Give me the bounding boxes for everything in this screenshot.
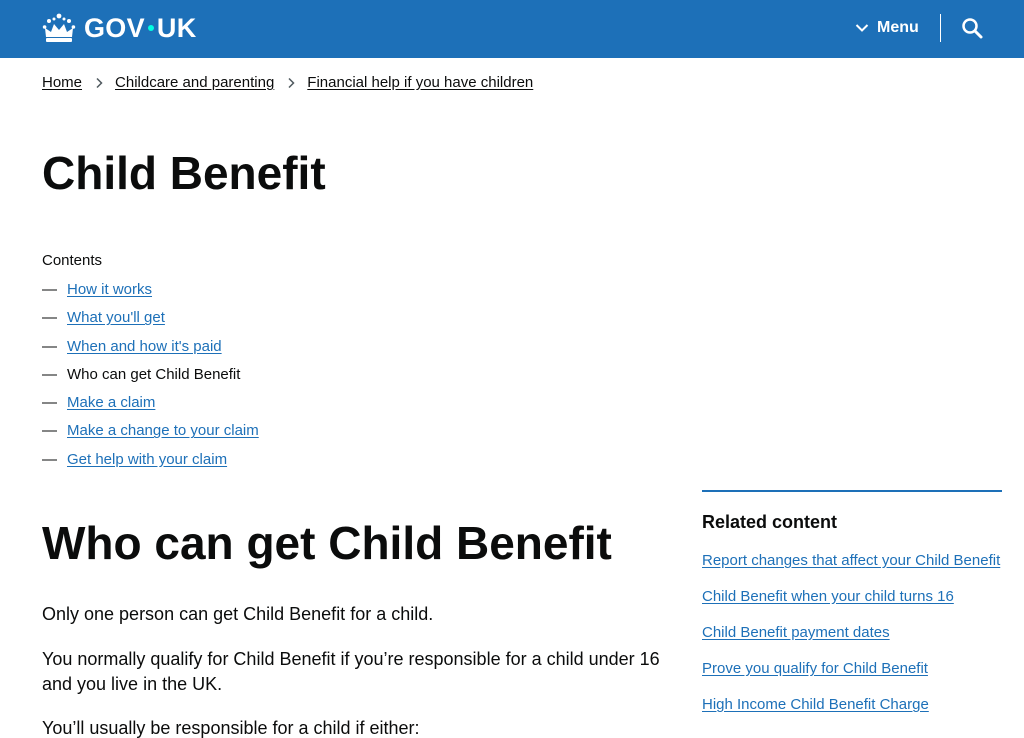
chevron-right-icon [288, 77, 295, 88]
related-item: High Income Child Benefit Charge [702, 695, 1002, 715]
section-paragraph: You’ll usually be responsible for a chil… [42, 718, 420, 738]
contents-item: — When and how it's paid [42, 338, 259, 366]
contents-dash: — [42, 365, 57, 383]
search-button[interactable] [960, 16, 984, 40]
site-header: GOV UK Menu [0, 0, 1024, 58]
breadcrumb-childcare[interactable]: Childcare and parenting [115, 74, 274, 91]
contents-link-what-youll-get[interactable]: What you'll get [67, 309, 165, 326]
contents-link-make-a-claim[interactable]: Make a claim [67, 394, 155, 411]
logo-text-uk: UK [156, 12, 197, 43]
related-item: Child Benefit payment dates [702, 623, 1002, 643]
related-link-high-income-charge[interactable]: High Income Child Benefit Charge [702, 696, 929, 713]
page-title: Child Benefit [42, 147, 326, 199]
contents-dash: — [42, 281, 57, 298]
related-link-report-changes[interactable]: Report changes that affect your Child Be… [702, 552, 1000, 569]
related-content: Related content Report changes that affe… [702, 490, 1002, 731]
related-item: Child Benefit when your child turns 16 [702, 587, 1002, 607]
related-item: Report changes that affect your Child Be… [702, 551, 1002, 571]
contents-dash: — [42, 422, 57, 440]
logo-dot [147, 25, 154, 31]
contents-link-make-a-change[interactable]: Make a change to your claim [67, 422, 259, 439]
breadcrumb: Home Childcare and parenting Financial h… [42, 74, 533, 91]
menu-label: Menu [877, 19, 919, 36]
section-paragraph: Only one person can get Child Benefit fo… [42, 604, 434, 624]
related-link-payment-dates[interactable]: Child Benefit payment dates [702, 624, 890, 641]
related-link-turns-16[interactable]: Child Benefit when your child turns 16 [702, 588, 954, 605]
contents-item: — How it works [42, 281, 259, 309]
contents-link-when-and-how-paid[interactable]: When and how it's paid [67, 338, 222, 355]
related-content-title: Related content [702, 512, 838, 532]
breadcrumb-financial-help[interactable]: Financial help if you have children [307, 74, 533, 91]
contents-item: — Get help with your claim [42, 451, 259, 479]
section-paragraph: You normally qualify for Child Benefit i… [42, 649, 660, 694]
crown-icon [42, 13, 76, 42]
contents-list: — How it works — What you'll get — When … [42, 281, 259, 479]
chevron-right-icon [96, 77, 103, 88]
govuk-logo-link[interactable]: GOV UK [42, 10, 197, 46]
related-link-prove-qualify[interactable]: Prove you qualify for Child Benefit [702, 660, 928, 677]
contents-dash: — [42, 394, 57, 412]
contents-item: — Make a change to your claim [42, 422, 259, 450]
breadcrumb-home[interactable]: Home [42, 74, 82, 91]
contents-item: — Make a claim [42, 394, 259, 422]
section-title: Who can get Child Benefit [42, 517, 612, 569]
contents-current-who-can-get: Who can get Child Benefit [67, 365, 241, 383]
contents-item: — Who can get Child Benefit [42, 366, 259, 394]
logo-text-gov: GOV [84, 12, 145, 43]
chevron-down-icon [855, 24, 869, 32]
menu-button[interactable]: Menu [855, 16, 919, 40]
contents-dash: — [42, 309, 57, 327]
contents-item: — What you'll get [42, 309, 259, 337]
related-links-list: Report changes that affect your Child Be… [702, 551, 1002, 715]
header-divider [940, 14, 941, 42]
related-item: Prove you qualify for Child Benefit [702, 659, 1002, 679]
contents-dash: — [42, 337, 57, 355]
contents-dash: — [42, 450, 57, 468]
search-icon [962, 18, 983, 39]
contents-link-get-help[interactable]: Get help with your claim [67, 451, 227, 468]
contents-link-how-it-works[interactable]: How it works [67, 281, 152, 298]
contents-label: Contents [42, 252, 103, 269]
